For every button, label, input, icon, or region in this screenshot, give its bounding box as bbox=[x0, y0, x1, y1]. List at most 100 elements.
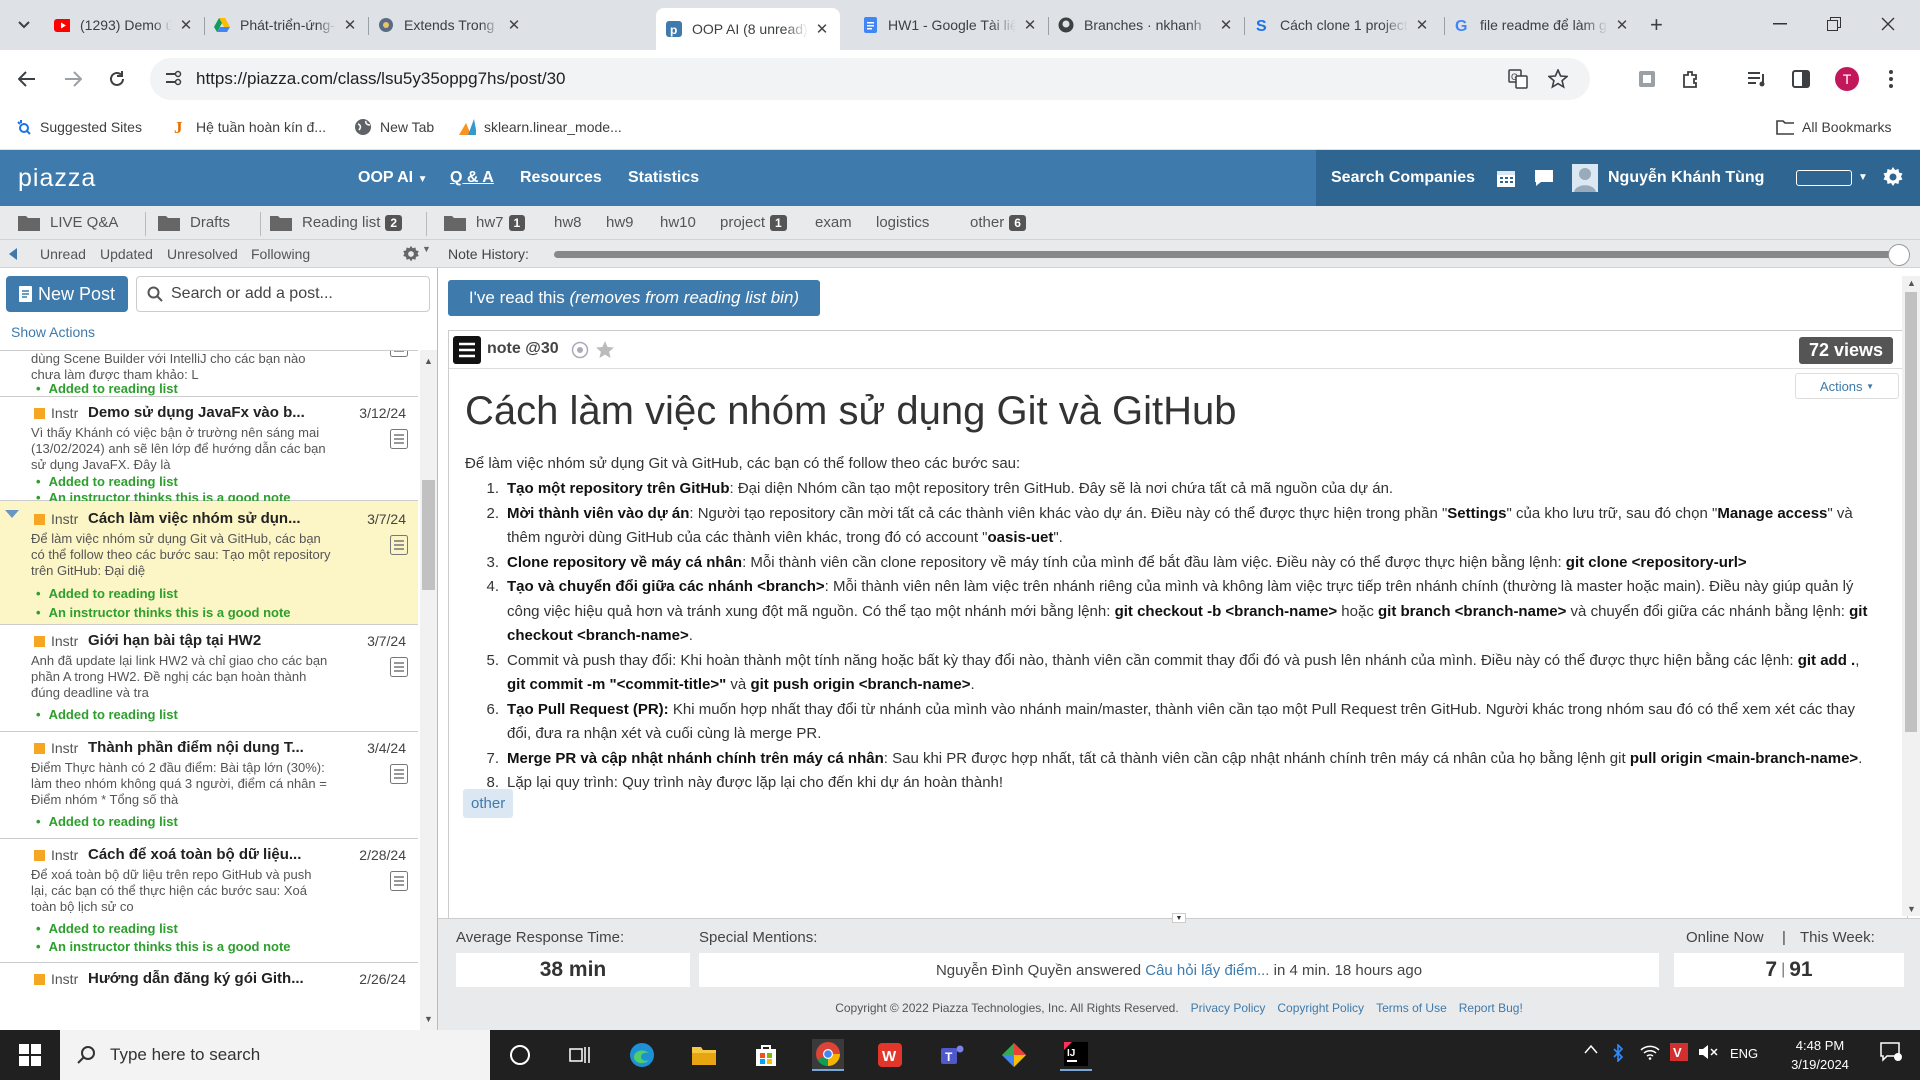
file-explorer-icon[interactable] bbox=[688, 1039, 720, 1071]
user-avatar[interactable] bbox=[1572, 164, 1598, 192]
scroll-up-icon[interactable]: ▲ bbox=[424, 356, 433, 366]
scroll-down-icon[interactable]: ▼ bbox=[1907, 904, 1916, 914]
copyright-policy-link[interactable]: Copyright Policy bbox=[1277, 1001, 1364, 1015]
feed-scrollbar[interactable]: ▲ ▼ bbox=[420, 350, 437, 1030]
folder-project[interactable]: project 1 bbox=[720, 214, 787, 231]
close-icon[interactable]: ✕ bbox=[178, 17, 194, 34]
close-icon[interactable]: ✕ bbox=[506, 17, 522, 34]
forward-button[interactable] bbox=[56, 62, 90, 96]
chat-icon[interactable] bbox=[1534, 168, 1554, 188]
folder-tag-other[interactable]: other bbox=[463, 789, 514, 818]
windows-start-icon[interactable] bbox=[14, 1039, 46, 1071]
edge-icon[interactable] bbox=[626, 1039, 658, 1071]
close-icon[interactable]: ✕ bbox=[342, 17, 358, 34]
all-bookmarks[interactable]: All Bookmarks bbox=[1776, 118, 1891, 136]
url-text[interactable]: https://piazza.com/class/lsu5y35oppg7hs/… bbox=[196, 69, 566, 89]
nav-statistics[interactable]: Statistics bbox=[628, 169, 699, 187]
address-bar[interactable]: https://piazza.com/class/lsu5y35oppg7hs/… bbox=[150, 58, 1590, 100]
media-control-icon[interactable] bbox=[1742, 64, 1772, 94]
gear-icon[interactable] bbox=[1882, 166, 1904, 188]
calendar-icon[interactable] bbox=[1496, 168, 1516, 188]
caret-down-icon[interactable]: ▼ bbox=[422, 244, 431, 254]
bookmark-sklearn[interactable]: sklearn.linear_mode... bbox=[458, 118, 622, 136]
terms-link[interactable]: Terms of Use bbox=[1376, 1001, 1447, 1015]
folder-hw7[interactable]: hw7 1 bbox=[444, 214, 526, 231]
folder-drafts[interactable]: Drafts bbox=[158, 214, 230, 231]
list-item[interactable]: Instr Giới hạn bài tập tại HW2 3/7/24 An… bbox=[0, 625, 418, 732]
scroll-down-icon[interactable]: ▼ bbox=[424, 1014, 433, 1024]
collapse-arrow-icon[interactable] bbox=[8, 247, 18, 261]
close-icon[interactable]: ✕ bbox=[1414, 17, 1430, 34]
language-indicator[interactable]: ENG bbox=[1730, 1046, 1758, 1061]
browser-tab-clone[interactable]: S Cách clone 1 project ✕ bbox=[1244, 8, 1440, 42]
post-search-input[interactable]: Search or add a post... bbox=[136, 276, 430, 312]
chevron-up-icon[interactable] bbox=[1584, 1044, 1598, 1054]
list-item[interactable]: Instr Hướng dẫn đăng ký gói Gith... 2/26… bbox=[0, 963, 418, 1030]
close-icon[interactable]: ✕ bbox=[1218, 17, 1234, 34]
filter-following[interactable]: Following bbox=[251, 246, 310, 262]
translate-icon[interactable]: G bbox=[1508, 69, 1528, 89]
folder-reading-list[interactable]: Reading list 2 bbox=[270, 214, 403, 231]
report-bug-link[interactable]: Report Bug! bbox=[1459, 1001, 1523, 1015]
filter-unresolved[interactable]: Unresolved bbox=[167, 246, 238, 262]
star-icon[interactable] bbox=[595, 340, 615, 360]
scrollbar-thumb[interactable] bbox=[1905, 292, 1917, 732]
filter-unread[interactable]: Unread bbox=[40, 246, 86, 262]
piazza-logo[interactable]: piazza bbox=[18, 164, 96, 193]
nav-resources[interactable]: Resources bbox=[520, 169, 602, 187]
user-name[interactable]: Nguyễn Khánh Tùng bbox=[1608, 169, 1764, 187]
note-history-handle[interactable] bbox=[1888, 244, 1910, 266]
folder-exam[interactable]: exam bbox=[815, 214, 852, 231]
mention-link[interactable]: Câu hỏi lấy điểm... bbox=[1145, 962, 1269, 979]
mark-read-button[interactable]: I've read this (removes from reading lis… bbox=[448, 280, 820, 316]
browser-tab-piazza[interactable]: p OOP AI (8 unread) ✕ bbox=[656, 8, 840, 50]
chrome-icon[interactable] bbox=[812, 1039, 844, 1071]
close-window-button[interactable] bbox=[1868, 10, 1908, 38]
new-post-button[interactable]: New Post bbox=[6, 276, 128, 312]
folder-live-qa[interactable]: LIVE Q&A bbox=[18, 214, 118, 231]
clock[interactable]: 4:48 PM 3/19/2024 bbox=[1780, 1036, 1860, 1074]
bookmark-new-tab[interactable]: New Tab bbox=[354, 118, 434, 136]
store-icon[interactable] bbox=[750, 1039, 782, 1071]
user-switch-toggle[interactable] bbox=[1796, 170, 1852, 186]
expand-toggle-icon[interactable]: ▼ bbox=[1172, 913, 1186, 923]
wps-icon[interactable]: W bbox=[874, 1039, 906, 1071]
bookmark-he-tuan-hoan[interactable]: J Hệ tuần hoàn kín đ... bbox=[170, 118, 326, 136]
puzzle-icon[interactable] bbox=[1676, 64, 1706, 94]
new-tab-button[interactable]: + bbox=[1650, 12, 1663, 38]
star-icon[interactable] bbox=[1548, 69, 1568, 89]
close-icon[interactable]: ✕ bbox=[814, 21, 830, 38]
list-item-selected[interactable]: Instr Cách làm việc nhóm sử dụn... 3/7/2… bbox=[0, 501, 418, 625]
folder-logistics[interactable]: logistics bbox=[876, 214, 929, 231]
side-panel-icon[interactable] bbox=[1786, 64, 1816, 94]
app-diamond-icon[interactable] bbox=[998, 1039, 1030, 1071]
bluetooth-icon[interactable] bbox=[1612, 1044, 1624, 1062]
close-icon[interactable]: ✕ bbox=[1614, 17, 1630, 34]
gear-icon[interactable] bbox=[402, 245, 420, 263]
list-item[interactable]: Instr Thành phần điểm nội dung T... 3/4/… bbox=[0, 732, 418, 839]
caret-down-icon[interactable]: ▼ bbox=[1858, 172, 1868, 183]
taskbar-search-input[interactable]: Type here to search bbox=[60, 1030, 490, 1080]
folder-hw8[interactable]: hw8 bbox=[554, 214, 582, 231]
folder-hw10[interactable]: hw10 bbox=[660, 214, 696, 231]
extension-icon[interactable] bbox=[1632, 64, 1662, 94]
show-actions-link[interactable]: Show Actions bbox=[11, 324, 95, 340]
minimize-button[interactable] bbox=[1760, 10, 1800, 38]
nav-qa[interactable]: Q & A bbox=[450, 169, 494, 187]
site-info-icon[interactable] bbox=[164, 70, 182, 86]
notification-icon[interactable] bbox=[1880, 1042, 1902, 1062]
browser-tab-google[interactable]: G file readme để làm gì ✕ bbox=[1444, 8, 1640, 42]
back-button[interactable] bbox=[10, 62, 44, 96]
close-icon[interactable]: ✕ bbox=[1022, 17, 1038, 34]
cortana-icon[interactable] bbox=[504, 1039, 536, 1071]
browser-tab-youtube[interactable]: (1293) Demo ứng dụng ✕ bbox=[44, 8, 204, 42]
list-item[interactable]: Instr Demo sử dụng JavaFx vào b... 3/12/… bbox=[0, 397, 418, 505]
list-item[interactable]: dùng Scene Builder với IntelliJ cho các … bbox=[0, 351, 418, 397]
browser-tab-extends[interactable]: Extends Trong Java ✕ bbox=[368, 8, 532, 42]
teams-icon[interactable]: T bbox=[936, 1039, 968, 1071]
scrollbar-thumb[interactable] bbox=[422, 480, 435, 590]
antivirus-icon[interactable]: V bbox=[1670, 1043, 1688, 1061]
main-scrollbar[interactable]: ▲ ▼ bbox=[1902, 276, 1920, 916]
folder-hw9[interactable]: hw9 bbox=[606, 214, 634, 231]
browser-tab-docs[interactable]: HW1 - Google Tài liệu ✕ bbox=[852, 8, 1048, 42]
